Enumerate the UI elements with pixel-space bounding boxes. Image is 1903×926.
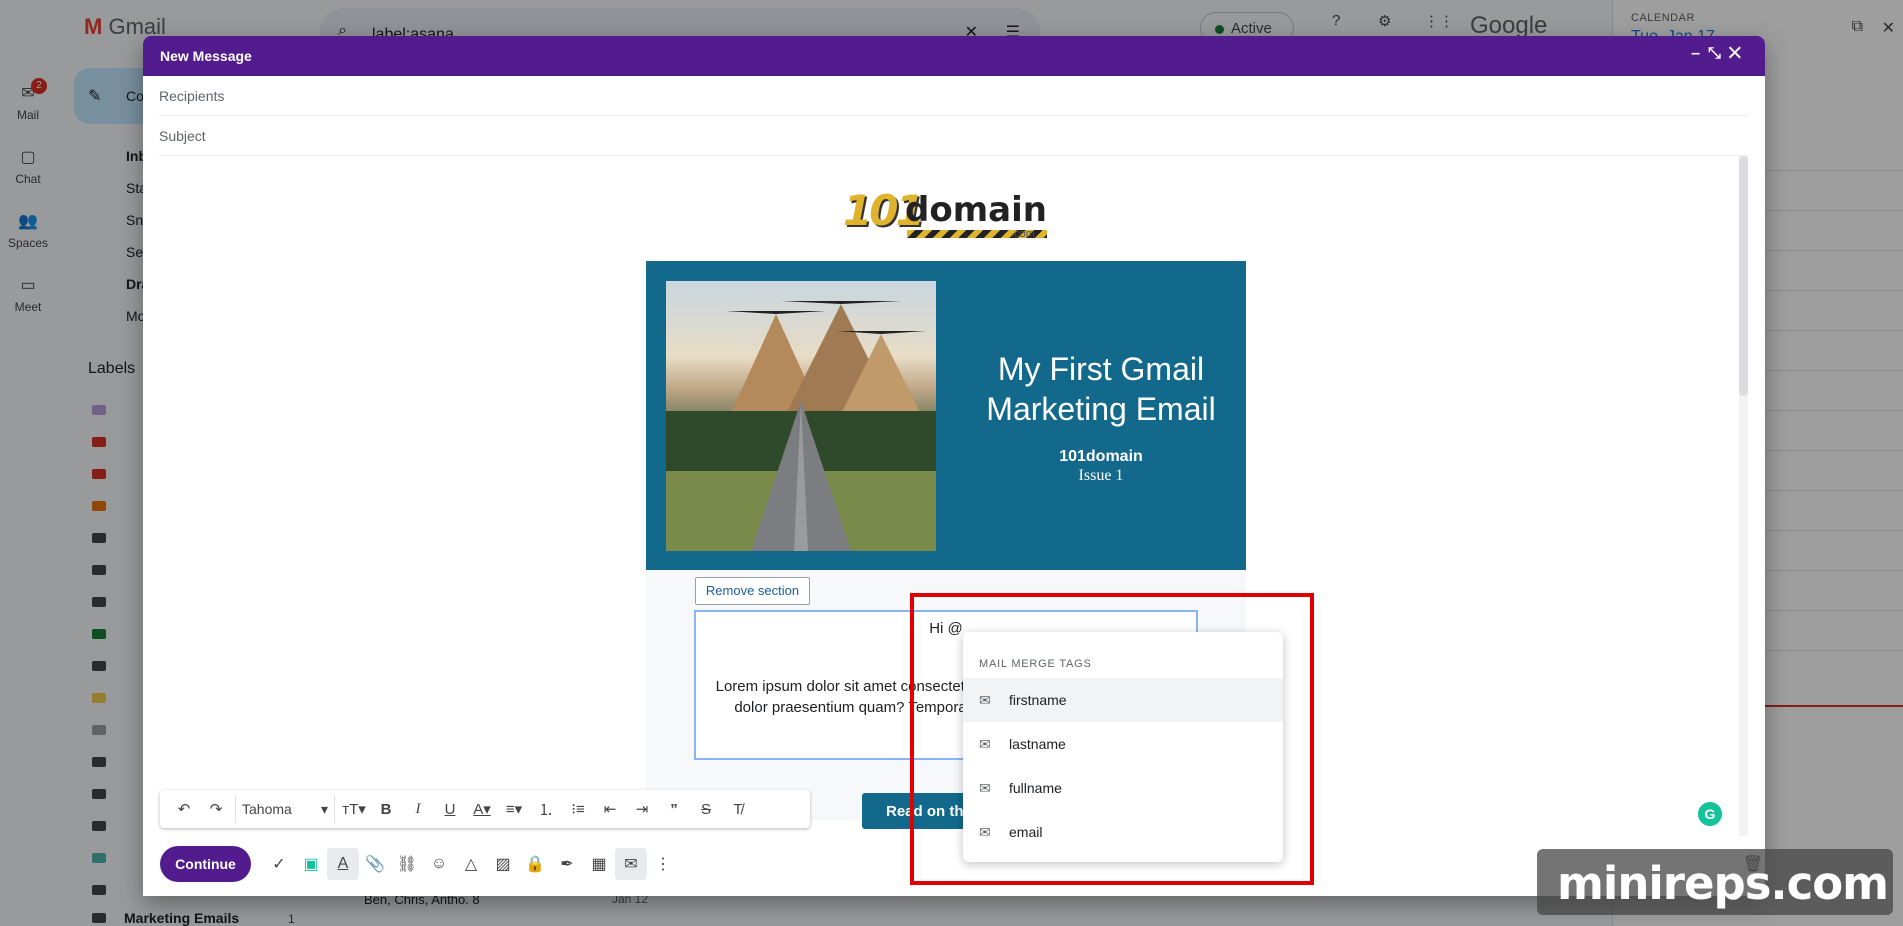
mountain-road-image bbox=[666, 281, 936, 551]
signature-icon[interactable]: ✒ bbox=[551, 848, 583, 880]
remove-formatting-icon[interactable]: T̸ bbox=[725, 795, 751, 823]
underline-icon[interactable]: U bbox=[437, 795, 463, 823]
numbered-list-icon[interactable]: ⒈ bbox=[533, 795, 559, 823]
recipients-field[interactable]: Recipients bbox=[159, 76, 1749, 116]
hero-brand: 101domain bbox=[1059, 448, 1143, 465]
photo-icon[interactable]: ▨ bbox=[487, 848, 519, 880]
logo-word-text: domain bbox=[905, 190, 1047, 230]
undo-icon[interactable]: ↶ bbox=[171, 795, 197, 823]
indent-more-icon[interactable]: ⇥ bbox=[629, 795, 655, 823]
bold-icon[interactable]: B bbox=[373, 795, 399, 823]
scrollbar-thumb[interactable] bbox=[1739, 156, 1748, 396]
compose-title: New Message bbox=[160, 48, 252, 64]
attach-icon[interactable]: 📎 bbox=[359, 848, 391, 880]
highlight-annotation-box bbox=[910, 593, 1314, 885]
grammarly-icon[interactable]: G bbox=[1698, 802, 1722, 826]
brand-logo-overlay: 101 domain .com bbox=[843, 186, 1063, 242]
redo-icon[interactable]: ↷ bbox=[203, 795, 229, 823]
indent-less-icon[interactable]: ⇤ bbox=[597, 795, 623, 823]
send-toolbar: Continue ✓ ▣ A 📎 ⛓ ☺ △ ▨ 🔒 ✒ ▦ ✉ ⋮ bbox=[160, 844, 679, 884]
strikethrough-icon[interactable]: S bbox=[693, 795, 719, 823]
schedule-icon[interactable]: ✓ bbox=[263, 848, 295, 880]
remove-section-button[interactable]: Remove section bbox=[695, 577, 810, 605]
hero-issue: Issue 1 bbox=[1078, 467, 1124, 484]
extension-icon[interactable]: ▣ bbox=[295, 848, 327, 880]
font-size-icon[interactable]: тT▾ bbox=[341, 795, 367, 823]
logo-com-text: .com bbox=[1011, 228, 1035, 240]
lock-icon[interactable]: 🔒 bbox=[519, 848, 551, 880]
layout-icon[interactable]: ▦ bbox=[583, 848, 615, 880]
hero-title: My First Gmail Marketing Email bbox=[986, 351, 1216, 427]
emoji-icon[interactable]: ☺ bbox=[423, 848, 455, 880]
text-color-icon[interactable]: A▾ bbox=[469, 795, 495, 823]
mail-merge-icon[interactable]: ✉ bbox=[615, 848, 647, 880]
formatting-options-icon[interactable]: A bbox=[327, 848, 359, 880]
formatting-toolbar: ↶ ↷ Tahoma ▾ тT▾ B I U A▾ ≡▾ ⒈ ⁝≡ ⇤ ⇥ ” S… bbox=[160, 790, 810, 828]
align-icon[interactable]: ≡▾ bbox=[501, 795, 527, 823]
compose-controls: –⤡✕ bbox=[1691, 45, 1749, 63]
italic-icon[interactable]: I bbox=[405, 795, 431, 823]
watermark: minireps.com bbox=[1537, 849, 1893, 915]
font-select[interactable]: Tahoma ▾ bbox=[235, 795, 335, 823]
more-options-icon[interactable]: ⋮ bbox=[647, 848, 679, 880]
minimize-icon[interactable]: – bbox=[1691, 45, 1708, 62]
subject-field[interactable]: Subject bbox=[159, 116, 1749, 156]
close-icon[interactable]: ✕ bbox=[1729, 45, 1749, 62]
continue-button[interactable]: Continue bbox=[160, 846, 251, 882]
fullscreen-exit-icon[interactable]: ⤡ bbox=[1708, 45, 1729, 62]
chevron-down-icon: ▾ bbox=[320, 800, 328, 817]
link-icon[interactable]: ⛓ bbox=[391, 848, 423, 880]
bulleted-list-icon[interactable]: ⁝≡ bbox=[565, 795, 591, 823]
compose-header: New Message –⤡✕ bbox=[143, 36, 1765, 76]
drive-icon[interactable]: △ bbox=[455, 848, 487, 880]
quote-icon[interactable]: ” bbox=[661, 795, 687, 823]
font-name: Tahoma bbox=[242, 801, 292, 817]
hero-section: My First Gmail Marketing Email 101domain… bbox=[646, 261, 1246, 571]
